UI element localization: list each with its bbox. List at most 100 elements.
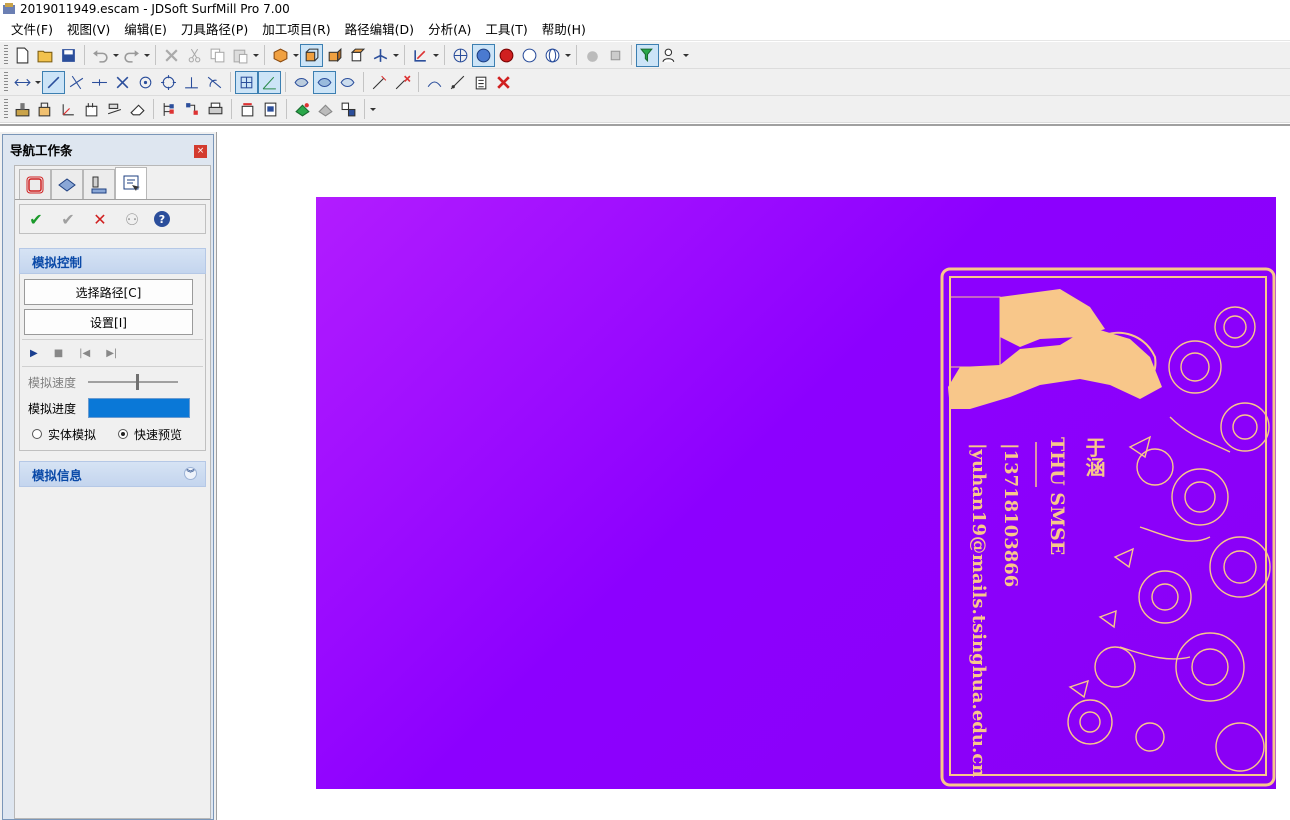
- clear-pick-button[interactable]: [391, 71, 414, 94]
- paste-dropdown[interactable]: [252, 44, 260, 67]
- ok-check-icon[interactable]: ✔: [26, 209, 46, 229]
- coordinate-axes-button[interactable]: [369, 44, 392, 67]
- stock-button[interactable]: [34, 98, 57, 121]
- print-button[interactable]: [204, 98, 227, 121]
- view-iso-button[interactable]: [269, 44, 292, 67]
- toolbar-grip[interactable]: [4, 72, 8, 92]
- menu-tools[interactable]: 工具(T): [478, 20, 534, 40]
- workplane-button[interactable]: [409, 44, 432, 67]
- cut-button[interactable]: [183, 44, 206, 67]
- info-button[interactable]: [469, 71, 492, 94]
- path-tree-button[interactable]: [158, 98, 181, 121]
- axes-dropdown[interactable]: [392, 44, 400, 67]
- redo-button[interactable]: [120, 44, 143, 67]
- help-icon[interactable]: ?: [154, 211, 170, 227]
- surface-normal-button[interactable]: [313, 70, 336, 94]
- angle-snap-button[interactable]: [258, 70, 281, 94]
- view-right-button[interactable]: [323, 44, 346, 67]
- menu-edit[interactable]: 编辑(E): [117, 20, 174, 40]
- sim-info-header[interactable]: 模拟信息 ︾: [19, 461, 206, 487]
- nav-close-button[interactable]: ×: [194, 145, 207, 158]
- hidden-line-button[interactable]: [518, 44, 541, 67]
- snap-tangent-button[interactable]: [203, 71, 226, 94]
- play-icon[interactable]: ▶: [30, 348, 38, 359]
- speed-slider-thumb[interactable]: [135, 374, 139, 390]
- distance-button[interactable]: [446, 71, 469, 94]
- path-order-button[interactable]: [181, 98, 204, 121]
- simulate-button[interactable]: [291, 98, 314, 121]
- menu-analysis[interactable]: 分析(A): [421, 20, 478, 40]
- surface-edge-button[interactable]: [336, 71, 359, 94]
- tab-tool[interactable]: [83, 169, 115, 199]
- select-filter-button[interactable]: [636, 43, 659, 67]
- snap-midpoint-button[interactable]: [88, 71, 111, 94]
- grid-snap-button[interactable]: [235, 70, 258, 94]
- stop-icon[interactable]: ■: [54, 348, 63, 359]
- material-button[interactable]: [581, 44, 604, 67]
- coordinate-system-button[interactable]: [57, 98, 80, 121]
- menu-machining-project[interactable]: 加工项目(R): [255, 20, 337, 40]
- view-dropdown[interactable]: [292, 44, 300, 67]
- radio-fast-preview[interactable]: [118, 429, 129, 439]
- snap-dropdown[interactable]: [34, 71, 42, 94]
- view-front-button[interactable]: [300, 43, 323, 67]
- rewind-icon[interactable]: |◀: [79, 348, 90, 359]
- snap-endpoint-button[interactable]: [42, 70, 65, 94]
- toolbar-grip[interactable]: [4, 99, 8, 119]
- radio-fast-label[interactable]: 快速预览: [134, 426, 182, 443]
- machine-setup-button[interactable]: [11, 98, 34, 121]
- tab-simulation[interactable]: [115, 167, 147, 199]
- menu-view[interactable]: 视图(V): [60, 20, 117, 40]
- new-file-button[interactable]: [11, 44, 34, 67]
- undo-dropdown[interactable]: [112, 44, 120, 67]
- tab-model[interactable]: [19, 169, 51, 199]
- cancel-x-icon[interactable]: ✕: [90, 209, 110, 229]
- snap-perpendicular-button[interactable]: [180, 71, 203, 94]
- view-top-button[interactable]: [346, 44, 369, 67]
- workplane-dropdown[interactable]: [432, 44, 440, 67]
- sim-control-header[interactable]: 模拟控制: [19, 248, 206, 274]
- pick-point-button[interactable]: [368, 71, 391, 94]
- step-forward-icon[interactable]: ▶|: [106, 348, 117, 359]
- surface-snap-button[interactable]: [290, 71, 313, 94]
- radio-solid-label[interactable]: 实体模拟: [48, 426, 96, 443]
- save-button[interactable]: [57, 44, 80, 67]
- measure-button[interactable]: [423, 71, 446, 94]
- menu-file[interactable]: 文件(F): [4, 20, 60, 40]
- verify-button[interactable]: [314, 98, 337, 121]
- snap-quadrant-button[interactable]: [157, 71, 180, 94]
- graphics-viewport[interactable]: 于涵 THU SMSE |13718103866 |yuhan19@mails.…: [316, 197, 1276, 789]
- radio-solid-sim[interactable]: [32, 429, 42, 439]
- compare-button[interactable]: [337, 98, 360, 121]
- open-file-button[interactable]: [34, 44, 57, 67]
- settings-button[interactable]: 设置[I]: [24, 309, 193, 335]
- snap-center-button[interactable]: [134, 71, 157, 94]
- menu-help[interactable]: 帮助(H): [535, 20, 593, 40]
- toolbar-grip[interactable]: [4, 45, 8, 65]
- menu-path-edit[interactable]: 路径编辑(D): [338, 20, 421, 40]
- cancel-all-button[interactable]: [492, 71, 515, 94]
- toolbar-overflow-dropdown[interactable]: [369, 98, 377, 121]
- paste-button[interactable]: [229, 44, 252, 67]
- tab-surface[interactable]: [51, 169, 83, 199]
- snap-intersection-button[interactable]: [65, 71, 88, 94]
- transparency-button[interactable]: [604, 44, 627, 67]
- apply-check-icon[interactable]: ✔: [58, 209, 78, 229]
- speed-slider[interactable]: [88, 372, 178, 392]
- shaded-edges-button[interactable]: [495, 44, 518, 67]
- report-button[interactable]: [259, 98, 282, 121]
- tool-library-button[interactable]: [80, 98, 103, 121]
- undo-button[interactable]: [89, 44, 112, 67]
- redo-dropdown[interactable]: [143, 44, 151, 67]
- double-chevron-down-icon[interactable]: ︾: [184, 467, 197, 480]
- copy-button[interactable]: [206, 44, 229, 67]
- snap-mode-button[interactable]: [11, 71, 34, 94]
- shaded-button[interactable]: [472, 43, 495, 67]
- wireframe-button[interactable]: [449, 44, 472, 67]
- render-mode-button[interactable]: [541, 44, 564, 67]
- eraser-button[interactable]: [126, 98, 149, 121]
- user-layer-button[interactable]: [659, 44, 682, 67]
- fixture-button[interactable]: [103, 98, 126, 121]
- snap-cross-button[interactable]: [111, 71, 134, 94]
- browse-icon[interactable]: ⚇: [122, 209, 142, 229]
